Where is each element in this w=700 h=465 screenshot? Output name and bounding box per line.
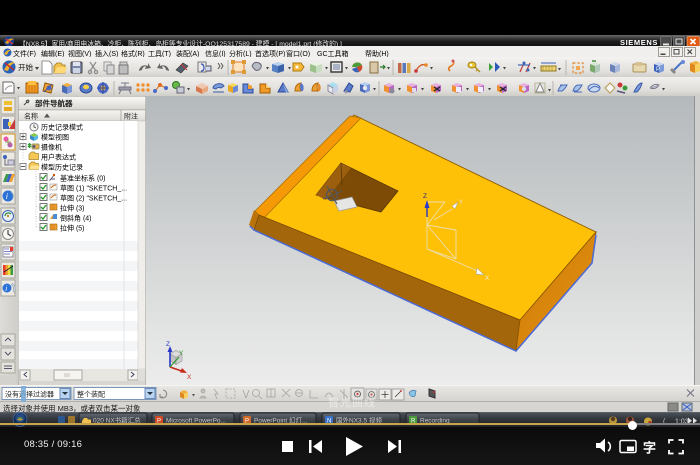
svg-text:P: P <box>656 67 660 73</box>
svg-text:历史记录模式: 历史记录模式 <box>41 123 83 132</box>
svg-text:基准坐标系 (0): 基准坐标系 (0) <box>60 174 106 183</box>
svg-text:模型历史记录: 模型历史记录 <box>41 163 83 172</box>
svg-text:草图 (2) "SKETCH_...: 草图 (2) "SKETCH_... <box>60 194 127 203</box>
svg-text:Z: Z <box>423 193 427 200</box>
svg-text:摄像机: 摄像机 <box>41 143 62 152</box>
svg-text:开始: 开始 <box>18 62 33 72</box>
svg-text:用户表达式: 用户表达式 <box>41 153 76 162</box>
svg-text:i: i <box>6 192 8 201</box>
svg-text:部件导航器: 部件导航器 <box>35 98 73 108</box>
svg-text:倒斜角 (4): 倒斜角 (4) <box>60 214 92 223</box>
svg-text:没有选择过滤器: 没有选择过滤器 <box>5 390 54 399</box>
svg-text:X: X <box>187 374 192 381</box>
svg-text:Z: Z <box>166 341 170 348</box>
svg-text:Y: Y <box>459 200 463 206</box>
svg-text:整个装配: 整个装配 <box>77 390 105 399</box>
svg-text:拉伸 (3): 拉伸 (3) <box>60 204 85 213</box>
svg-text:Y: Y <box>179 350 184 357</box>
svg-text:X: X <box>485 276 489 282</box>
svg-text:草图 (1) "SKETCH_...: 草图 (1) "SKETCH_... <box>60 184 127 193</box>
svg-text:附注: 附注 <box>124 112 138 121</box>
svg-text:拉伸 (5): 拉伸 (5) <box>60 224 85 233</box>
svg-text:模型视图: 模型视图 <box>41 133 69 142</box>
svg-text:字: 字 <box>643 441 656 456</box>
svg-text:名称: 名称 <box>24 112 38 121</box>
